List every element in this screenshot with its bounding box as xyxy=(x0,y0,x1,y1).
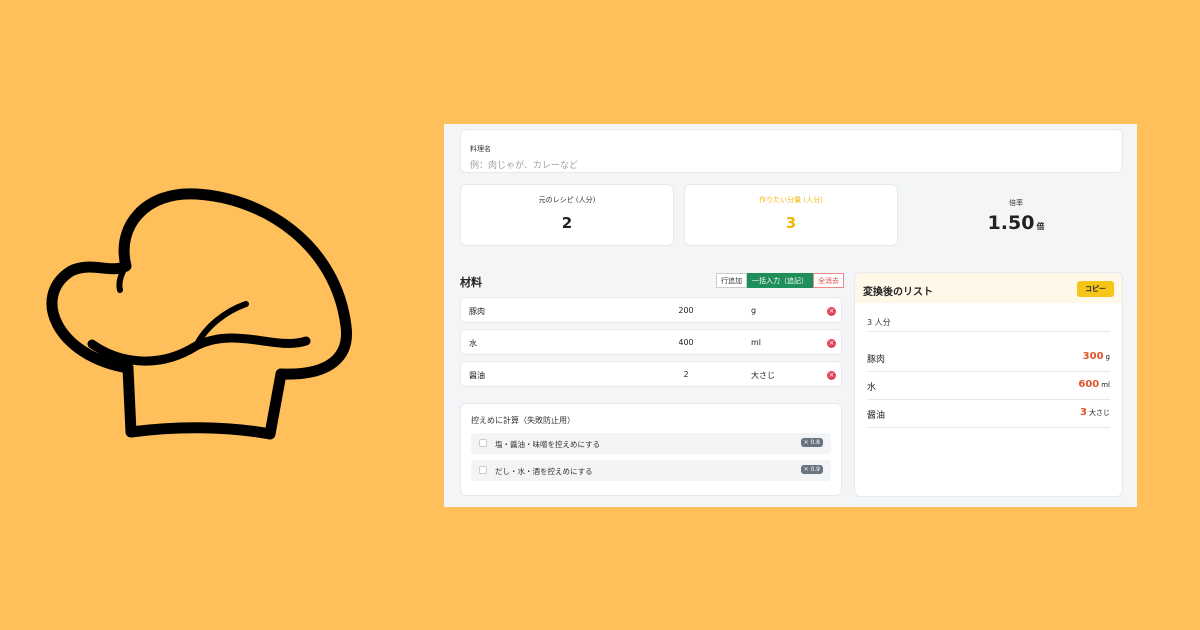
converted-servings: 3 人分 xyxy=(867,318,891,327)
converted-amount: 600 xyxy=(1078,379,1100,390)
ingredient-amount-input[interactable]: 2 xyxy=(661,370,711,379)
ingredient-unit-input[interactable]: g xyxy=(751,306,756,315)
original-servings-card[interactable]: 元のレシピ (人分) 2 xyxy=(460,184,674,246)
ingredient-row: 水 400 ml × xyxy=(460,329,842,355)
bulk-input-button[interactable]: 一括入力（追記） xyxy=(747,273,813,288)
ingredient-amount-input[interactable]: 200 xyxy=(661,306,711,315)
clear-all-button[interactable]: 全消去 xyxy=(813,273,844,288)
converted-amount: 3 xyxy=(1080,407,1087,418)
converted-unit: g xyxy=(1105,353,1110,361)
ratio-label: 倍率 xyxy=(1009,199,1023,207)
ingredient-name-input[interactable]: 醤油 xyxy=(469,370,485,381)
reduce-options-label: 控えめに計算（失敗防止用） xyxy=(471,416,575,425)
ingredients-toolbar: 行追加 一括入力（追記） 全消去 xyxy=(716,273,844,288)
chef-hat-icon xyxy=(46,188,353,440)
divider xyxy=(867,371,1110,372)
target-servings-input[interactable]: 3 xyxy=(685,214,897,232)
ingredients-title: 材料 xyxy=(460,276,482,289)
ingredient-unit-input[interactable]: 大さじ xyxy=(751,370,775,381)
converted-row: 醤油 3 大さじ xyxy=(867,401,1110,427)
converted-row: 水 600 ml xyxy=(867,373,1110,399)
add-row-button[interactable]: 行追加 xyxy=(716,273,747,288)
reduce-option-text: 塩・醤油・味噌を控えめにする xyxy=(495,440,601,449)
divider xyxy=(867,331,1110,332)
reduce-option-text: だし・水・酒を控えめにする xyxy=(495,467,593,476)
converted-amount: 300 xyxy=(1082,351,1104,362)
checkbox[interactable] xyxy=(479,466,487,474)
converted-name: 豚肉 xyxy=(867,355,886,365)
ratio-display: 倍率 1.50 倍 xyxy=(909,184,1123,246)
ingredient-amount-input[interactable]: 400 xyxy=(661,338,711,347)
delete-row-icon[interactable]: × xyxy=(827,307,836,316)
converted-name: 水 xyxy=(867,383,877,393)
converted-name: 醤油 xyxy=(867,411,886,421)
converted-list-title: 変換後のリスト xyxy=(863,287,933,298)
factor-badge: × 0.9 xyxy=(800,465,823,474)
factor-badge: × 0.8 xyxy=(800,438,823,447)
ratio-unit: 倍 xyxy=(1036,222,1045,231)
dish-name-label: 料理名 xyxy=(470,145,491,153)
recipe-converter-panel: 料理名 例：肉じゃが、カレーなど 元のレシピ (人分) 2 作りたい分量 (人分… xyxy=(444,124,1137,507)
reduce-option-dashi[interactable]: だし・水・酒を控えめにする × 0.9 xyxy=(471,460,831,481)
ingredient-unit-input[interactable]: ml xyxy=(751,338,761,347)
ingredient-name-input[interactable]: 水 xyxy=(469,338,477,349)
ratio-value: 1.50 xyxy=(987,212,1035,234)
target-servings-label: 作りたい分量 (人分) xyxy=(759,196,823,204)
ingredient-row: 醤油 2 大さじ × xyxy=(460,361,842,387)
dish-name-input[interactable]: 例：肉じゃが、カレーなど xyxy=(470,158,578,171)
delete-row-icon[interactable]: × xyxy=(827,371,836,380)
original-servings-input[interactable]: 2 xyxy=(461,214,673,232)
converted-list-card: 変換後のリスト コピー 3 人分 豚肉 300 g 水 600 ml 醤油 3 大さじ xyxy=(854,272,1123,497)
converted-row: 豚肉 300 g xyxy=(867,345,1110,371)
reduce-options-card: 控えめに計算（失敗防止用） 塩・醤油・味噌を控えめにする × 0.8 だし・水・… xyxy=(460,403,842,496)
copy-button[interactable]: コピー xyxy=(1077,281,1114,297)
converted-unit: ml xyxy=(1101,381,1110,389)
original-servings-label: 元のレシピ (人分) xyxy=(538,196,596,204)
ingredient-row: 豚肉 200 g × xyxy=(460,297,842,323)
divider xyxy=(867,427,1110,428)
reduce-option-salt[interactable]: 塩・醤油・味噌を控えめにする × 0.8 xyxy=(471,433,831,454)
checkbox[interactable] xyxy=(479,439,487,447)
divider xyxy=(867,399,1110,400)
converted-list-header: 変換後のリスト コピー xyxy=(855,273,1122,303)
delete-row-icon[interactable]: × xyxy=(827,339,836,348)
target-servings-card[interactable]: 作りたい分量 (人分) 3 xyxy=(684,184,898,246)
converted-unit: 大さじ xyxy=(1089,409,1110,417)
dish-name-field[interactable]: 料理名 例：肉じゃが、カレーなど xyxy=(460,129,1123,173)
ingredient-name-input[interactable]: 豚肉 xyxy=(469,306,485,317)
